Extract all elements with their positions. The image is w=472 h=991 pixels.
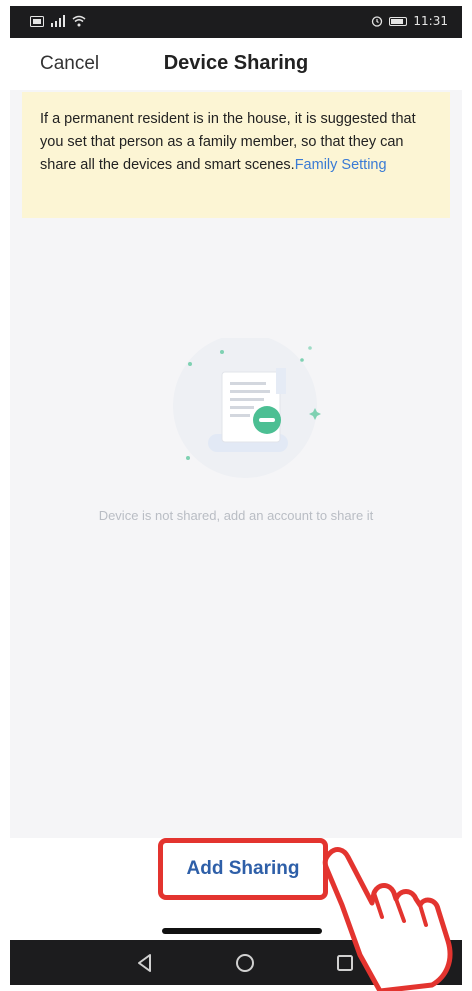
family-notice-banner: If a permanent resident is in the house,… (22, 92, 450, 218)
status-bar: 11:31 (10, 6, 462, 38)
home-circle-icon[interactable] (232, 950, 258, 976)
nav-header: Cancel Device Sharing (10, 38, 462, 90)
signal-icon (51, 15, 65, 27)
status-left-icons (30, 15, 86, 27)
family-setting-link[interactable]: Family Setting (295, 157, 387, 173)
notification-icon (30, 15, 44, 27)
back-triangle-icon[interactable] (132, 950, 158, 976)
add-sharing-label: Add Sharing (186, 858, 300, 879)
phone-screen: 11:31 Cancel Device Sharing If a permane… (10, 6, 462, 985)
empty-state-message: Device is not shared, add an account to … (98, 508, 374, 523)
page-title: Device Sharing (163, 52, 309, 74)
pointing-hand-icon (322, 847, 453, 991)
alarm-icon (372, 16, 383, 27)
status-time: 11:31 (413, 14, 448, 28)
battery-icon (389, 16, 408, 26)
status-right-icons: 11:31 (371, 14, 448, 28)
home-indicator[interactable] (162, 928, 322, 934)
document-minus-icon (173, 338, 321, 478)
add-sharing-button[interactable]: Add Sharing (158, 838, 328, 900)
empty-state: Device is not shared, add an account to … (10, 218, 462, 838)
wifi-icon (72, 15, 86, 27)
